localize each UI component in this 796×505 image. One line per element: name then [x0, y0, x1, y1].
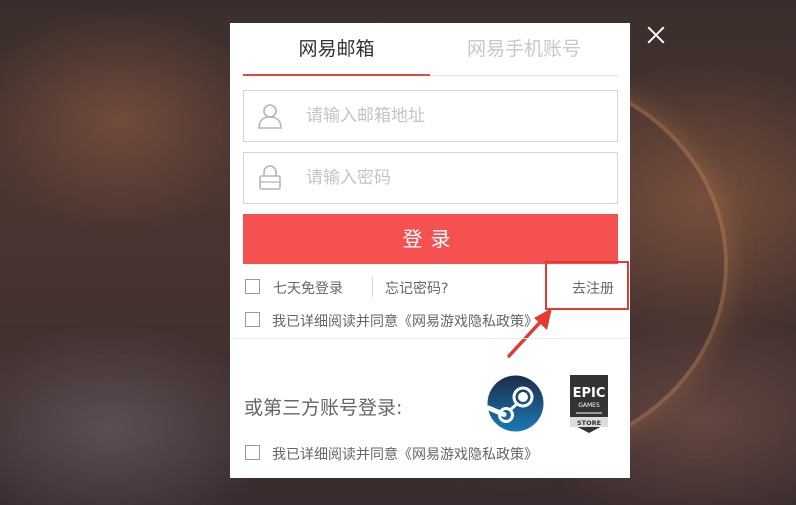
- remember-checkbox[interactable]: [245, 279, 260, 294]
- close-icon[interactable]: [645, 24, 667, 46]
- lock-icon: [259, 165, 281, 190]
- third-party-login-label: 或第三方账号登录:: [244, 397, 403, 419]
- password-field[interactable]: [243, 152, 618, 204]
- login-tabs: 网易邮箱 网易手机账号: [243, 23, 618, 76]
- epic-games-store-icon[interactable]: EPIC GAMES STORE: [570, 375, 608, 433]
- section-divider: [230, 338, 630, 339]
- epic-text: EPIC: [573, 386, 606, 401]
- divider: [372, 277, 373, 297]
- tab-netease-email[interactable]: 网易邮箱: [243, 23, 430, 76]
- steam-icon[interactable]: [487, 375, 544, 432]
- register-link[interactable]: 去注册: [572, 278, 614, 298]
- annotation-arrow: [507, 308, 552, 358]
- password-input[interactable]: [304, 154, 608, 202]
- privacy-label-top[interactable]: 我已详细阅读并同意《网易游戏隐私政策》: [272, 311, 538, 331]
- login-dialog: 网易邮箱 网易手机账号 登录 七天免登录 忘记密码? 去注册 我已详细阅读并同意…: [230, 23, 630, 478]
- email-input[interactable]: [304, 92, 608, 140]
- forgot-password-link[interactable]: 忘记密码?: [385, 278, 448, 298]
- remember-label: 七天免登录: [273, 281, 343, 297]
- email-field[interactable]: [243, 90, 618, 142]
- login-button[interactable]: 登录: [243, 214, 618, 264]
- tab-netease-phone[interactable]: 网易手机账号: [430, 23, 618, 74]
- privacy-checkbox-bottom[interactable]: [245, 445, 260, 460]
- user-icon: [258, 104, 282, 129]
- privacy-checkbox-top[interactable]: [245, 312, 260, 327]
- store-text: STORE: [577, 419, 601, 427]
- privacy-label-bottom[interactable]: 我已详细阅读并同意《网易游戏隐私政策》: [272, 444, 538, 464]
- games-text: GAMES: [578, 402, 600, 409]
